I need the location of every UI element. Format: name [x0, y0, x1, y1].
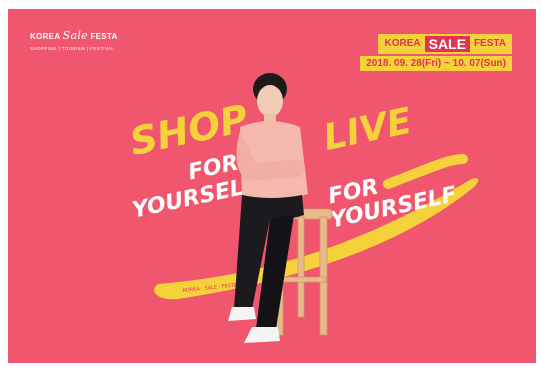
festival-poster: KOREA · SALE · FESTA KOREA Sale FESTA SH…	[8, 9, 536, 363]
model-photo	[228, 73, 333, 343]
model	[228, 73, 308, 343]
image-frame: KOREA · SALE · FESTA KOREA Sale FESTA SH…	[0, 0, 541, 367]
